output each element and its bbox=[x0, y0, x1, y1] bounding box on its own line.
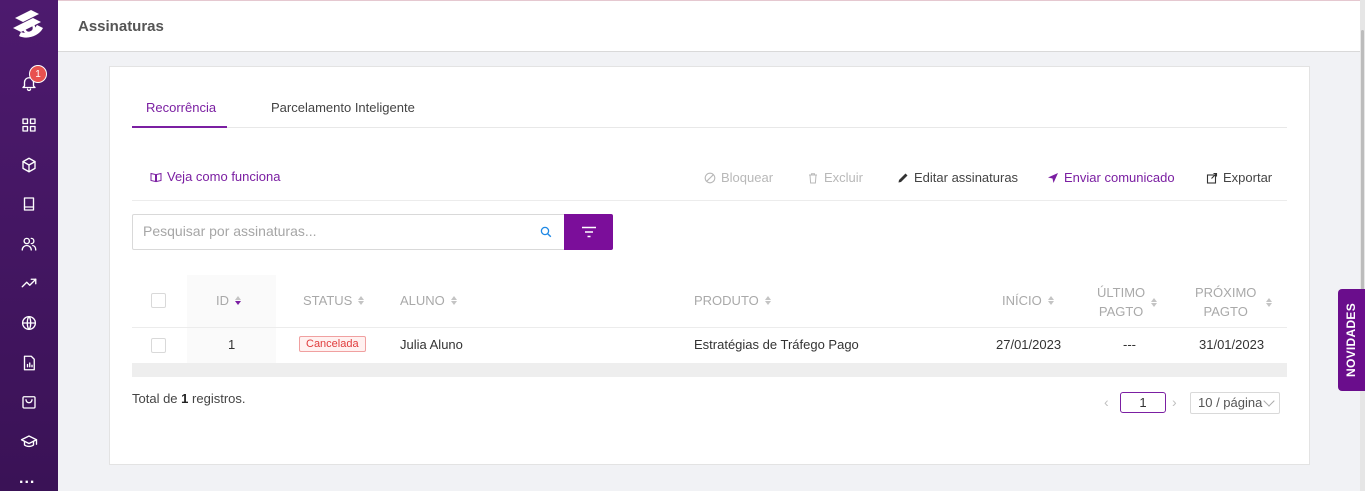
tabs-bar: Recorrência Parcelamento Inteligente bbox=[132, 90, 1287, 128]
column-start[interactable]: INÍCIO bbox=[1002, 293, 1054, 308]
total-count: 1 bbox=[181, 391, 189, 406]
cell-product: Estratégias de Tráfego Pago bbox=[694, 337, 859, 352]
delete-label: Excluir bbox=[824, 170, 864, 185]
column-last-paid-line1: ÚLTIMO bbox=[1097, 285, 1146, 300]
novidades-tab[interactable]: NOVIDADES bbox=[1338, 289, 1365, 391]
brand-logo[interactable] bbox=[9, 6, 49, 46]
cell-start-date: 27/01/2023 bbox=[996, 337, 1062, 352]
column-status[interactable]: STATUS bbox=[303, 293, 365, 308]
pagination-current-page[interactable]: 1 bbox=[1120, 392, 1166, 413]
box-icon[interactable] bbox=[17, 153, 41, 177]
export-icon bbox=[1206, 172, 1218, 184]
page-size-value: 10 / página bbox=[1198, 395, 1263, 410]
report-icon[interactable] bbox=[17, 351, 41, 375]
book-icon[interactable] bbox=[17, 192, 41, 216]
cell-id: 1 bbox=[228, 337, 236, 352]
select-all-checkbox[interactable] bbox=[151, 293, 166, 308]
cell-student: Julia Aluno bbox=[400, 337, 463, 352]
search-box bbox=[132, 214, 565, 250]
delete-button[interactable]: Excluir bbox=[807, 170, 863, 185]
sort-icon bbox=[1266, 297, 1273, 307]
notification-badge: 1 bbox=[29, 65, 47, 83]
column-start-label: INÍCIO bbox=[1002, 293, 1042, 308]
open-book-icon bbox=[150, 172, 162, 182]
subscriptions-card: Recorrência Parcelamento Inteligente Vej… bbox=[109, 66, 1310, 465]
trending-up-icon[interactable] bbox=[17, 271, 41, 295]
column-product[interactable]: PRODUTO bbox=[694, 293, 771, 308]
graduation-cap-icon[interactable] bbox=[17, 430, 41, 454]
block-label: Bloquear bbox=[721, 170, 774, 185]
column-last-paid-line2: PAGTO bbox=[1098, 304, 1144, 319]
column-id-label: ID bbox=[216, 293, 229, 308]
filter-icon bbox=[581, 226, 596, 238]
page-scrollbar-thumb[interactable] bbox=[1361, 30, 1364, 290]
search-input[interactable] bbox=[143, 223, 523, 239]
globe-icon[interactable] bbox=[17, 311, 41, 335]
top-header: Assinaturas bbox=[58, 0, 1360, 52]
export-label: Exportar bbox=[1223, 170, 1273, 185]
chevron-down-icon bbox=[1263, 395, 1275, 407]
table-row[interactable]: 1 Cancelada Julia Aluno Estratégias de T… bbox=[132, 329, 1287, 363]
send-icon bbox=[1048, 172, 1058, 183]
sort-icon bbox=[358, 296, 365, 305]
sort-icon bbox=[764, 296, 771, 305]
pencil-icon bbox=[898, 173, 908, 182]
status-badge: Cancelada bbox=[299, 336, 366, 352]
sort-icon bbox=[235, 296, 241, 305]
block-button[interactable]: Bloquear bbox=[704, 170, 773, 185]
column-last-paid-label: ÚLTIMO PAGTO bbox=[1097, 283, 1145, 321]
column-next-paid-label: PRÓXIMO PAGTO bbox=[1195, 283, 1256, 321]
sort-icon bbox=[1151, 297, 1158, 307]
page-title: Assinaturas bbox=[78, 18, 164, 35]
column-student-label: ALUNO bbox=[400, 293, 445, 308]
filter-button[interactable] bbox=[564, 214, 613, 250]
trash-icon bbox=[809, 172, 817, 183]
active-tab-indicator bbox=[132, 126, 227, 128]
column-status-label: STATUS bbox=[303, 293, 353, 308]
pagination-next-icon[interactable]: › bbox=[1172, 394, 1177, 410]
column-next-paid-line2: PAGTO bbox=[1203, 304, 1248, 319]
column-next-paid[interactable]: PRÓXIMO PAGTO bbox=[1195, 283, 1273, 321]
export-button[interactable]: Exportar bbox=[1206, 170, 1272, 185]
total-suffix: registros. bbox=[192, 391, 246, 406]
help-link[interactable]: Veja como funciona bbox=[150, 169, 280, 184]
column-id[interactable]: ID bbox=[216, 293, 241, 308]
cell-last-paid: --- bbox=[1123, 337, 1136, 352]
actions-toolbar: Veja como funciona Bloquear Excluir Edit… bbox=[132, 161, 1287, 201]
tab-parcelamento-inteligente[interactable]: Parcelamento Inteligente bbox=[271, 100, 415, 115]
help-link-label: Veja como funciona bbox=[167, 169, 281, 184]
block-icon bbox=[704, 172, 716, 183]
page-size-select[interactable]: 10 / página bbox=[1190, 392, 1280, 414]
dashboard-icon[interactable] bbox=[17, 113, 41, 137]
shopping-bag-icon[interactable] bbox=[17, 390, 41, 414]
total-prefix: Total de bbox=[132, 391, 178, 406]
search-icon[interactable] bbox=[540, 226, 552, 238]
edit-subscriptions-button[interactable]: Editar assinaturas bbox=[897, 170, 1018, 185]
total-records: Total de 1 registros. bbox=[132, 391, 246, 406]
row-checkbox[interactable] bbox=[151, 338, 166, 353]
send-message-button[interactable]: Enviar comunicado bbox=[1047, 170, 1175, 185]
edit-subscriptions-label: Editar assinaturas bbox=[914, 170, 1019, 185]
table-horizontal-scrollbar[interactable] bbox=[132, 363, 1287, 377]
pagination-prev-icon[interactable]: ‹ bbox=[1104, 394, 1109, 410]
column-product-label: PRODUTO bbox=[694, 293, 759, 308]
sidebar: 1 ... bbox=[0, 0, 58, 491]
table-header: ID STATUS ALUNO PRODUTO INÍCIO ÚLTIMO PA… bbox=[132, 275, 1287, 328]
sort-icon bbox=[450, 296, 457, 305]
column-next-paid-line1: PRÓXIMO bbox=[1195, 285, 1257, 300]
more-menu-icon[interactable]: ... bbox=[19, 470, 35, 488]
cell-next-paid: 31/01/2023 bbox=[1199, 337, 1265, 352]
tab-recorrencia[interactable]: Recorrência bbox=[146, 100, 216, 115]
column-student[interactable]: ALUNO bbox=[400, 293, 457, 308]
send-message-label: Enviar comunicado bbox=[1064, 170, 1175, 185]
novidades-label: NOVIDADES bbox=[1344, 302, 1359, 378]
column-last-paid[interactable]: ÚLTIMO PAGTO bbox=[1097, 283, 1158, 321]
sort-icon bbox=[1047, 296, 1054, 305]
users-icon[interactable] bbox=[17, 232, 41, 256]
